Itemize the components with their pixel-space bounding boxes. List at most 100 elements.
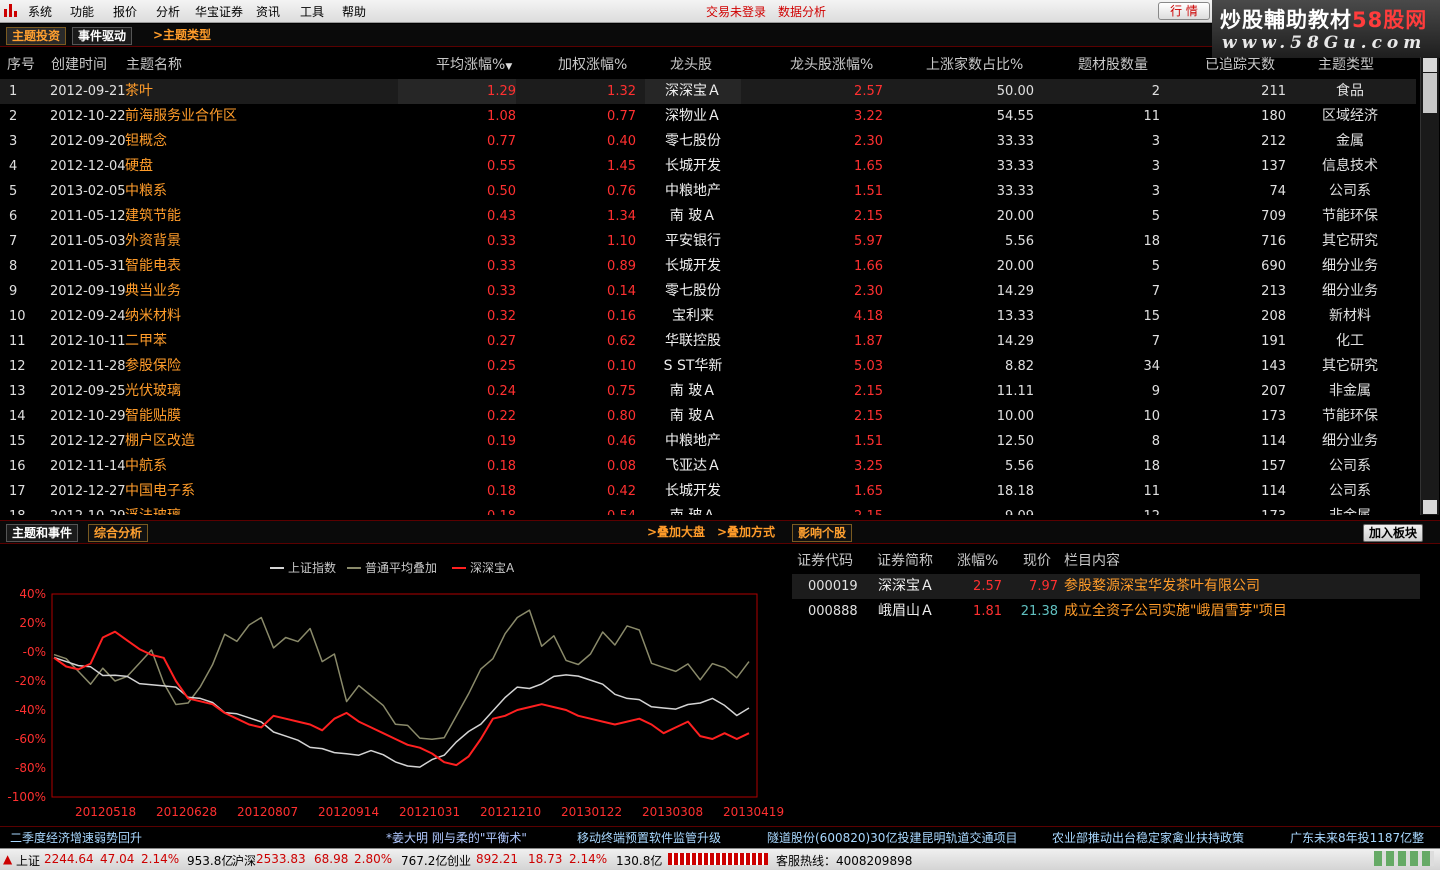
table-cell: 11 <box>1143 484 1160 499</box>
col-header-date[interactable]: 创建时间 <box>51 52 107 78</box>
scroll-thumb[interactable] <box>1423 73 1437 113</box>
col-header-stock-count[interactable]: 题材股数量 <box>1078 52 1148 78</box>
table-row[interactable]: 10 2012-09-24 纳米材料 0.32 0.16 宝利来 4.18 13.33 15 20… <box>0 304 1416 329</box>
stock-col-pct[interactable]: 涨幅% <box>957 550 998 570</box>
menu-analysis[interactable]: 分析 <box>156 3 180 20</box>
stock-col-name[interactable]: 证券简称 <box>877 550 933 570</box>
table-cell: 173 <box>1166 504 1286 515</box>
col-header-name[interactable]: 主题名称 <box>126 52 182 78</box>
tab-overall-analysis[interactable]: 综合分析 <box>88 524 149 542</box>
table-row[interactable]: 17 2012-12-27 中国电子系 0.18 0.42 长城开发 1.65 18.18 11… <box>0 479 1416 504</box>
menu-news[interactable]: 资讯 <box>256 3 280 20</box>
table-cell: 中粮地产 <box>665 433 721 449</box>
table-cell: 2.15 <box>752 504 883 515</box>
ticker-item[interactable]: 二季度经济增速弱势回升 <box>10 829 142 846</box>
table-cell: 外资背景 <box>125 233 181 249</box>
col-header-leader-pct[interactable]: 龙头股涨幅% <box>790 52 873 78</box>
menu-function[interactable]: 功能 <box>70 3 94 20</box>
table-cell: 2012-12-04 <box>50 159 126 174</box>
table-cell: 13.33 <box>996 309 1034 324</box>
ticker-item[interactable]: 广东未来8年投1187亿整 <box>1290 829 1424 846</box>
table-cell: 1.51 <box>854 184 883 199</box>
ticker-item[interactable]: *姜大明 刚与柔的"平衡术" <box>386 829 527 846</box>
tab-affected-stocks[interactable]: 影响个股 <box>792 524 853 542</box>
scroll-down-icon[interactable] <box>1423 500 1437 514</box>
table-row[interactable]: 1 2012-09-21 茶叶 1.29 1.32 深深宝Ａ 2.57 50.00 2 211 食品 <box>0 79 1416 104</box>
stock-col-content[interactable]: 栏目内容 <box>1064 550 1120 570</box>
table-row[interactable]: 13 2012-09-25 光伏玻璃 0.24 0.75 南 玻Ａ 2.15 11.11 9 20… <box>0 379 1416 404</box>
tab-theme-invest[interactable]: 主题投资 <box>6 27 67 45</box>
col-header-index[interactable]: 序号 <box>7 52 35 78</box>
quote-button[interactable]: 行 情 <box>1158 2 1210 20</box>
col-header-rise-ratio[interactable]: 上涨家数占比% <box>926 52 1023 78</box>
stock-row[interactable]: 000019 深深宝Ａ 2.57 7.97 参股婺源深宝华发茶叶有限公司 <box>792 574 1420 599</box>
col-header-weighted[interactable]: 加权涨幅% <box>558 52 627 78</box>
menu-quote[interactable]: 报价 <box>113 3 137 20</box>
table-row[interactable]: 3 2012-09-20 钽概念 0.77 0.40 零七股份 2.30 33.33 3 212 金… <box>0 129 1416 154</box>
table-cell: 1.45 <box>607 159 636 174</box>
legend-label: 上证指数 <box>288 560 336 575</box>
add-to-sector-button[interactable]: 加入板块 <box>1363 524 1424 542</box>
table-row[interactable]: 2 2012-10-22 前海服务业合作区 1.08 0.77 深物业Ａ 3.22 54.55… <box>0 104 1416 129</box>
table-cell: 深物业Ａ <box>665 108 721 124</box>
table-cell: 208 <box>1261 309 1286 324</box>
table-cell: 0.08 <box>607 459 636 474</box>
sh-label[interactable]: 上证 <box>16 852 40 869</box>
table-cell: 2012-10-29 <box>50 409 126 424</box>
col-header-avg[interactable]: 平均涨幅%▼ <box>436 52 512 78</box>
table-row[interactable]: 8 2011-05-31 智能电表 0.33 0.89 长城开发 1.66 20.00 5 690… <box>0 254 1416 279</box>
table-row[interactable]: 14 2012-10-29 智能贴膜 0.22 0.80 南 玻Ａ 2.15 10.00 10 1… <box>0 404 1416 429</box>
data-analysis-link[interactable]: 数据分析 <box>778 3 826 20</box>
cy-volume: 130.8亿 <box>616 854 663 868</box>
table-cell: 细分业务 <box>1322 283 1378 299</box>
scroll-up-icon[interactable] <box>1423 58 1437 72</box>
table-cell: 14.29 <box>996 334 1034 349</box>
table-row[interactable]: 16 2012-11-14 中航系 0.18 0.08 飞亚达Ａ 3.25 5.56 18 157… <box>0 454 1416 479</box>
overlay-market-link[interactable]: >叠加大盘 <box>642 524 710 540</box>
cy-change: 18.73 <box>528 852 563 866</box>
menu-broker[interactable]: 华宝证券 <box>195 3 243 20</box>
table-row[interactable]: 5 2013-02-05 中粮系 0.50 0.76 中粮地产 1.51 33.33 3 74 公司… <box>0 179 1416 204</box>
overlay-mode-link[interactable]: >叠加方式 <box>712 524 780 540</box>
table-cell: 中国电子系 <box>125 483 195 499</box>
col-header-leader[interactable]: 龙头股 <box>670 52 712 78</box>
cy-label[interactable]: 创业 <box>447 852 471 869</box>
theme-type-link[interactable]: >主题类型 <box>148 27 216 43</box>
table-cell: 17 <box>9 484 26 499</box>
table-cell: 213 <box>1261 284 1286 299</box>
stock-col-price[interactable]: 现价 <box>1023 550 1051 570</box>
table-cell: 0.18 <box>398 504 516 515</box>
trade-login-status[interactable]: 交易未登录 <box>706 3 766 20</box>
table-cell: 0.50 <box>487 184 516 199</box>
table-cell: 中粮地产 <box>665 183 721 199</box>
table-cell: 0.54 <box>520 504 636 515</box>
tab-theme-event[interactable]: 主题和事件 <box>6 524 79 542</box>
table-scrollbar[interactable] <box>1420 57 1439 515</box>
ticker-item[interactable]: 移动终端预置软件监管升级 <box>577 829 721 846</box>
table-cell: 33.33 <box>996 134 1034 149</box>
table-row[interactable]: 18 2012-10-29浮法玻璃 0.18 0.54 南 玻Ａ 2.15 9.09 12 17… <box>0 504 1416 515</box>
menu-help[interactable]: 帮助 <box>342 3 366 20</box>
col-header-type[interactable]: 主题类型 <box>1318 52 1374 78</box>
table-row[interactable]: 9 2012-09-19 典当业务 0.33 0.14 零七股份 2.30 14.29 7 213… <box>0 279 1416 304</box>
table-row[interactable]: 7 2011-05-03 外资背景 0.33 1.10 平安银行 5.97 5.56 18 716… <box>0 229 1416 254</box>
table-row[interactable]: 11 2012-10-11 二甲苯 0.27 0.62 华联控股 1.87 14.29 7 191… <box>0 329 1416 354</box>
col-header-days[interactable]: 已追踪天数 <box>1205 52 1275 78</box>
table-cell: 0.10 <box>607 359 636 374</box>
table-row[interactable]: 15 2012-12-27 棚户区改造 0.19 0.46 中粮地产 1.51 12.50 8 1… <box>0 429 1416 454</box>
menu-system[interactable]: 系统 <box>28 3 52 20</box>
system-tray-icons[interactable] <box>1374 851 1434 866</box>
ticker-item[interactable]: 农业部推动出台稳定家禽业扶持政策 <box>1052 829 1244 846</box>
stock-row[interactable]: 000888 峨眉山Ａ 1.81 21.38 成立全资子公司实施"峨眉雪芽"项目 <box>792 599 1420 624</box>
tab-event-driven[interactable]: 事件驱动 <box>72 27 133 45</box>
table-row[interactable]: 12 2012-11-28 参股保险 0.25 0.10 S ST华新 5.03 8.82 34… <box>0 354 1416 379</box>
hs-label[interactable]: 沪深 <box>232 852 256 869</box>
brand-watermark: 炒股輔助教材58股网 www.58Gu.com <box>1212 0 1440 58</box>
series-line-2 <box>53 630 750 767</box>
menu-tools[interactable]: 工具 <box>300 3 324 20</box>
ticker-item[interactable]: 隧道股份(600820)30亿投建昆明轨道交通项目 <box>767 829 1017 846</box>
table-cell: 12 <box>1040 504 1160 515</box>
table-row[interactable]: 4 2012-12-04 硬盘 0.55 1.45 长城开发 1.65 33.33 3 137 信息… <box>0 154 1416 179</box>
stock-col-code[interactable]: 证券代码 <box>797 550 853 570</box>
table-row[interactable]: 6 2011-05-12 建筑节能 0.43 1.34 南 玻Ａ 2.15 20.00 5 709… <box>0 204 1416 229</box>
